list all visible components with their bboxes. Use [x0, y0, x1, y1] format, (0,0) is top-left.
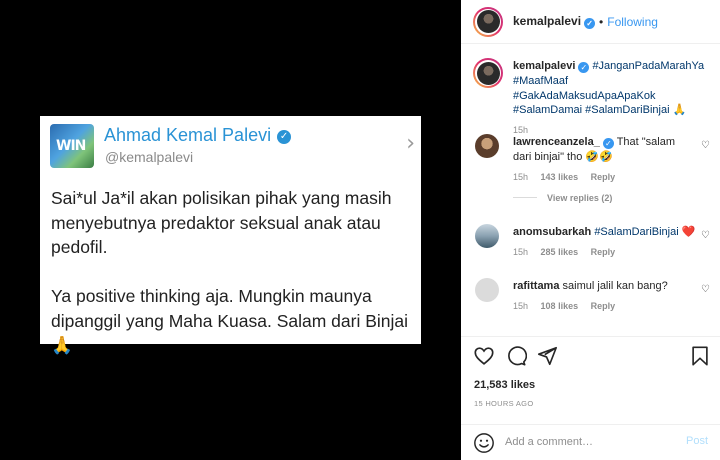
share-icon[interactable]: [536, 345, 558, 367]
comment-username[interactable]: lawrenceanzela_: [513, 136, 600, 148]
tweet-author-name: Ahmad Kemal Palevi ✓: [104, 125, 292, 146]
verified-icon: ✓: [578, 62, 590, 73]
likes-count[interactable]: 21,583 likes: [474, 379, 535, 391]
comment-time: 15h: [513, 171, 529, 182]
verified-icon: ✓: [602, 138, 614, 149]
comment-text: lawrenceanzela_ ✓ That "salam dari binjai…: [513, 136, 676, 163]
post-timestamp: 15 HOURS AGO: [474, 399, 534, 408]
comment-text: rafittama saimul jalil kan bang?: [513, 280, 668, 292]
tweet-paragraph: Ya positive thinking aja. Mungkin maunya…: [51, 286, 409, 355]
tweet-paragraph: Sai*ul Ja*il akan polisikan pihak yang m…: [51, 188, 392, 257]
comment-time: 15h: [513, 246, 529, 257]
reply-button[interactable]: Reply: [591, 247, 616, 257]
heart-icon[interactable]: [473, 345, 495, 367]
avatar[interactable]: [473, 6, 503, 37]
post-comment-button[interactable]: Post: [686, 435, 708, 447]
comment-time: 15h: [513, 300, 529, 311]
comment-likes[interactable]: 143 likes: [541, 172, 579, 182]
caption-text: kemalpalevi ✓ #JanganPadaMarahYa #MaafMaa…: [513, 56, 710, 118]
bookmark-icon[interactable]: [689, 345, 711, 367]
post-side-panel: kemalpalevi ✓ • Following kemalpalevi ✓ #J…: [461, 0, 720, 460]
heart-icon[interactable]: ♡: [701, 284, 710, 295]
reply-button[interactable]: Reply: [591, 301, 616, 311]
comment-username[interactable]: rafittama: [513, 280, 559, 292]
emoji-icon[interactable]: [473, 432, 495, 454]
verified-icon: ✓: [277, 130, 292, 144]
caption-emoji: 🙏: [672, 104, 687, 117]
comment-username[interactable]: anomsubarkah: [513, 226, 591, 238]
header-username[interactable]: kemalpalevi ✓: [513, 14, 596, 29]
comment-meta: 15h 143 likes Reply: [513, 172, 696, 182]
avatar[interactable]: [475, 134, 499, 158]
comment-text: anomsubarkah #SalamDariBinjai ❤️: [513, 226, 696, 238]
separator-dot: •: [599, 14, 604, 29]
comment-likes[interactable]: 285 likes: [541, 247, 579, 257]
post-caption: kemalpalevi ✓ #JanganPadaMarahYa #MaafMaa…: [461, 56, 720, 135]
action-bar: [473, 345, 711, 369]
comment-item: rafittama saimul jalil kan bang? ♡ 15h 1…: [461, 278, 720, 328]
tweet-avatar-text: WIN: [56, 138, 86, 154]
heart-icon[interactable]: ♡: [701, 230, 710, 241]
following-button[interactable]: Following: [607, 15, 658, 29]
post-media[interactable]: WIN Ahmad Kemal Palevi ✓ @kemalpalevi › S…: [0, 0, 461, 460]
comment-meta: 15h 108 likes Reply: [513, 301, 696, 311]
comment-input[interactable]: [505, 432, 675, 452]
caption-username[interactable]: kemalpalevi: [513, 60, 575, 72]
divider: [461, 336, 720, 337]
post-header: kemalpalevi ✓ • Following: [461, 0, 720, 44]
avatar[interactable]: [475, 224, 499, 248]
chevron-right-icon: ›: [406, 131, 415, 156]
heart-icon[interactable]: ♡: [701, 140, 710, 151]
tweet-handle: @kemalpalevi: [105, 149, 194, 165]
add-comment-bar: Post: [461, 425, 720, 460]
avatar[interactable]: [473, 58, 503, 88]
comments-list: kemalpalevi ✓ #JanganPadaMarahYa #MaafMaa…: [461, 56, 720, 328]
tweet-card: WIN Ahmad Kemal Palevi ✓ @kemalpalevi › S…: [40, 116, 421, 355]
avatar[interactable]: [475, 278, 499, 302]
reply-button[interactable]: Reply: [591, 172, 616, 182]
comment-likes[interactable]: 108 likes: [541, 301, 579, 311]
verified-icon: ✓: [584, 18, 596, 29]
view-replies-button[interactable]: View replies (2): [513, 193, 696, 203]
comment-icon[interactable]: [505, 345, 527, 367]
comment-item: lawrenceanzela_ ✓ That "salam dari binjai…: [461, 134, 720, 224]
comment-item: anomsubarkah #SalamDariBinjai ❤️ ♡ 15h 2…: [461, 224, 720, 278]
comment-meta: 15h 285 likes Reply: [513, 247, 696, 257]
tweet-body: Sai*ul Ja*il akan polisikan pihak yang m…: [51, 186, 417, 358]
tweet-avatar: WIN: [50, 124, 94, 168]
